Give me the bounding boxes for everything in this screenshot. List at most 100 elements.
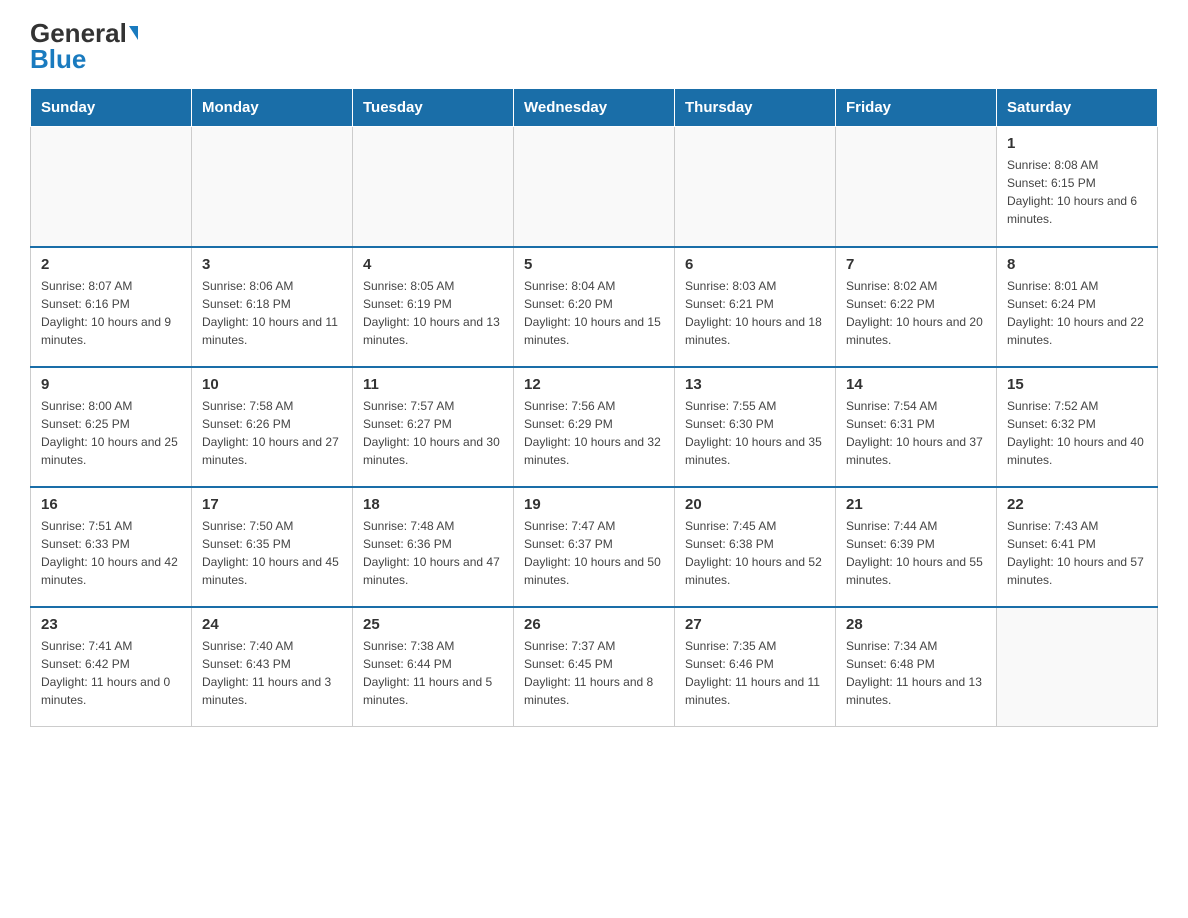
day-info: Sunrise: 8:01 AMSunset: 6:24 PMDaylight:… (1007, 277, 1147, 349)
calendar-day-cell: 20 Sunrise: 7:45 AMSunset: 6:38 PMDayligh… (675, 487, 836, 607)
calendar-day-cell: 10 Sunrise: 7:58 AMSunset: 6:26 PMDayligh… (192, 367, 353, 487)
day-info: Sunrise: 8:08 AMSunset: 6:15 PMDaylight:… (1007, 156, 1147, 228)
day-info: Sunrise: 7:34 AMSunset: 6:48 PMDaylight:… (846, 637, 986, 709)
day-of-week-header: Thursday (675, 89, 836, 127)
calendar-day-cell: 18 Sunrise: 7:48 AMSunset: 6:36 PMDayligh… (353, 487, 514, 607)
logo-general-text: General (30, 20, 138, 46)
day-info: Sunrise: 8:03 AMSunset: 6:21 PMDaylight:… (685, 277, 825, 349)
calendar-day-cell: 23 Sunrise: 7:41 AMSunset: 6:42 PMDayligh… (31, 607, 192, 727)
day-number: 23 (41, 616, 181, 633)
calendar-day-cell (31, 127, 192, 247)
day-number: 20 (685, 496, 825, 513)
day-info: Sunrise: 7:55 AMSunset: 6:30 PMDaylight:… (685, 397, 825, 469)
day-number: 22 (1007, 496, 1147, 513)
day-number: 19 (524, 496, 664, 513)
day-of-week-header: Friday (836, 89, 997, 127)
day-number: 1 (1007, 135, 1147, 152)
day-number: 12 (524, 376, 664, 393)
calendar-day-cell: 16Sunrise: 7:51 AMSunset: 6:33 PMDayligh… (31, 487, 192, 607)
day-number: 28 (846, 616, 986, 633)
calendar-day-cell: 25 Sunrise: 7:38 AMSunset: 6:44 PMDayligh… (353, 607, 514, 727)
day-number: 18 (363, 496, 503, 513)
day-number: 27 (685, 616, 825, 633)
calendar-day-cell (192, 127, 353, 247)
day-number: 9 (41, 376, 181, 393)
day-number: 15 (1007, 376, 1147, 393)
calendar-day-cell: 28 Sunrise: 7:34 AMSunset: 6:48 PMDayligh… (836, 607, 997, 727)
calendar-day-cell: 9 Sunrise: 8:00 AMSunset: 6:25 PMDaylight… (31, 367, 192, 487)
calendar-day-cell: 26 Sunrise: 7:37 AMSunset: 6:45 PMDayligh… (514, 607, 675, 727)
day-number: 24 (202, 616, 342, 633)
calendar-header-row: SundayMondayTuesdayWednesdayThursdayFrid… (31, 89, 1158, 127)
day-info: Sunrise: 8:04 AMSunset: 6:20 PMDaylight:… (524, 277, 664, 349)
day-number: 16 (41, 496, 181, 513)
calendar-day-cell: 17 Sunrise: 7:50 AMSunset: 6:35 PMDayligh… (192, 487, 353, 607)
day-number: 5 (524, 256, 664, 273)
calendar-day-cell: 19 Sunrise: 7:47 AMSunset: 6:37 PMDayligh… (514, 487, 675, 607)
day-info: Sunrise: 7:37 AMSunset: 6:45 PMDaylight:… (524, 637, 664, 709)
calendar-day-cell: 21Sunrise: 7:44 AMSunset: 6:39 PMDayligh… (836, 487, 997, 607)
day-info: Sunrise: 7:58 AMSunset: 6:26 PMDaylight:… (202, 397, 342, 469)
calendar-week-row: 23 Sunrise: 7:41 AMSunset: 6:42 PMDayligh… (31, 607, 1158, 727)
calendar-week-row: 1 Sunrise: 8:08 AMSunset: 6:15 PMDaylight… (31, 127, 1158, 247)
day-number: 4 (363, 256, 503, 273)
calendar-day-cell: 13 Sunrise: 7:55 AMSunset: 6:30 PMDayligh… (675, 367, 836, 487)
calendar-week-row: 9 Sunrise: 8:00 AMSunset: 6:25 PMDaylight… (31, 367, 1158, 487)
calendar-day-cell (836, 127, 997, 247)
day-of-week-header: Sunday (31, 89, 192, 127)
calendar-day-cell (353, 127, 514, 247)
logo-blue-text: Blue (30, 46, 86, 72)
day-info: Sunrise: 7:41 AMSunset: 6:42 PMDaylight:… (41, 637, 181, 709)
calendar-day-cell: 7Sunrise: 8:02 AMSunset: 6:22 PMDaylight… (836, 247, 997, 367)
calendar-day-cell: 12 Sunrise: 7:56 AMSunset: 6:29 PMDayligh… (514, 367, 675, 487)
day-info: Sunrise: 7:54 AMSunset: 6:31 PMDaylight:… (846, 397, 986, 469)
day-info: Sunrise: 8:00 AMSunset: 6:25 PMDaylight:… (41, 397, 181, 469)
day-info: Sunrise: 7:47 AMSunset: 6:37 PMDaylight:… (524, 517, 664, 589)
day-number: 25 (363, 616, 503, 633)
calendar-day-cell: 11 Sunrise: 7:57 AMSunset: 6:27 PMDayligh… (353, 367, 514, 487)
day-of-week-header: Monday (192, 89, 353, 127)
day-of-week-header: Saturday (997, 89, 1158, 127)
calendar-day-cell: 2Sunrise: 8:07 AMSunset: 6:16 PMDaylight… (31, 247, 192, 367)
day-number: 8 (1007, 256, 1147, 273)
calendar-day-cell (675, 127, 836, 247)
calendar-day-cell: 1 Sunrise: 8:08 AMSunset: 6:15 PMDaylight… (997, 127, 1158, 247)
day-number: 10 (202, 376, 342, 393)
day-info: Sunrise: 7:48 AMSunset: 6:36 PMDaylight:… (363, 517, 503, 589)
day-number: 14 (846, 376, 986, 393)
day-number: 11 (363, 376, 503, 393)
calendar-week-row: 2Sunrise: 8:07 AMSunset: 6:16 PMDaylight… (31, 247, 1158, 367)
day-number: 17 (202, 496, 342, 513)
day-info: Sunrise: 7:45 AMSunset: 6:38 PMDaylight:… (685, 517, 825, 589)
day-number: 3 (202, 256, 342, 273)
calendar-day-cell: 22 Sunrise: 7:43 AMSunset: 6:41 PMDayligh… (997, 487, 1158, 607)
day-info: Sunrise: 8:05 AMSunset: 6:19 PMDaylight:… (363, 277, 503, 349)
day-info: Sunrise: 7:43 AMSunset: 6:41 PMDaylight:… (1007, 517, 1147, 589)
calendar-day-cell: 14 Sunrise: 7:54 AMSunset: 6:31 PMDayligh… (836, 367, 997, 487)
day-info: Sunrise: 7:35 AMSunset: 6:46 PMDaylight:… (685, 637, 825, 709)
day-info: Sunrise: 7:52 AMSunset: 6:32 PMDaylight:… (1007, 397, 1147, 469)
day-number: 13 (685, 376, 825, 393)
day-of-week-header: Tuesday (353, 89, 514, 127)
calendar-day-cell: 3 Sunrise: 8:06 AMSunset: 6:18 PMDaylight… (192, 247, 353, 367)
day-info: Sunrise: 7:57 AMSunset: 6:27 PMDaylight:… (363, 397, 503, 469)
day-of-week-header: Wednesday (514, 89, 675, 127)
day-info: Sunrise: 7:56 AMSunset: 6:29 PMDaylight:… (524, 397, 664, 469)
day-number: 26 (524, 616, 664, 633)
calendar-day-cell (514, 127, 675, 247)
calendar-day-cell: 27 Sunrise: 7:35 AMSunset: 6:46 PMDayligh… (675, 607, 836, 727)
day-number: 21 (846, 496, 986, 513)
calendar-day-cell (997, 607, 1158, 727)
calendar-day-cell: 8 Sunrise: 8:01 AMSunset: 6:24 PMDaylight… (997, 247, 1158, 367)
day-info: Sunrise: 8:06 AMSunset: 6:18 PMDaylight:… (202, 277, 342, 349)
calendar-week-row: 16Sunrise: 7:51 AMSunset: 6:33 PMDayligh… (31, 487, 1158, 607)
calendar-day-cell: 5 Sunrise: 8:04 AMSunset: 6:20 PMDaylight… (514, 247, 675, 367)
day-number: 6 (685, 256, 825, 273)
logo: General Blue (30, 20, 138, 72)
day-info: Sunrise: 7:40 AMSunset: 6:43 PMDaylight:… (202, 637, 342, 709)
day-info: Sunrise: 7:38 AMSunset: 6:44 PMDaylight:… (363, 637, 503, 709)
day-info: Sunrise: 8:07 AMSunset: 6:16 PMDaylight:… (41, 277, 181, 349)
calendar-day-cell: 24 Sunrise: 7:40 AMSunset: 6:43 PMDayligh… (192, 607, 353, 727)
day-info: Sunrise: 7:50 AMSunset: 6:35 PMDaylight:… (202, 517, 342, 589)
calendar-day-cell: 6 Sunrise: 8:03 AMSunset: 6:21 PMDaylight… (675, 247, 836, 367)
